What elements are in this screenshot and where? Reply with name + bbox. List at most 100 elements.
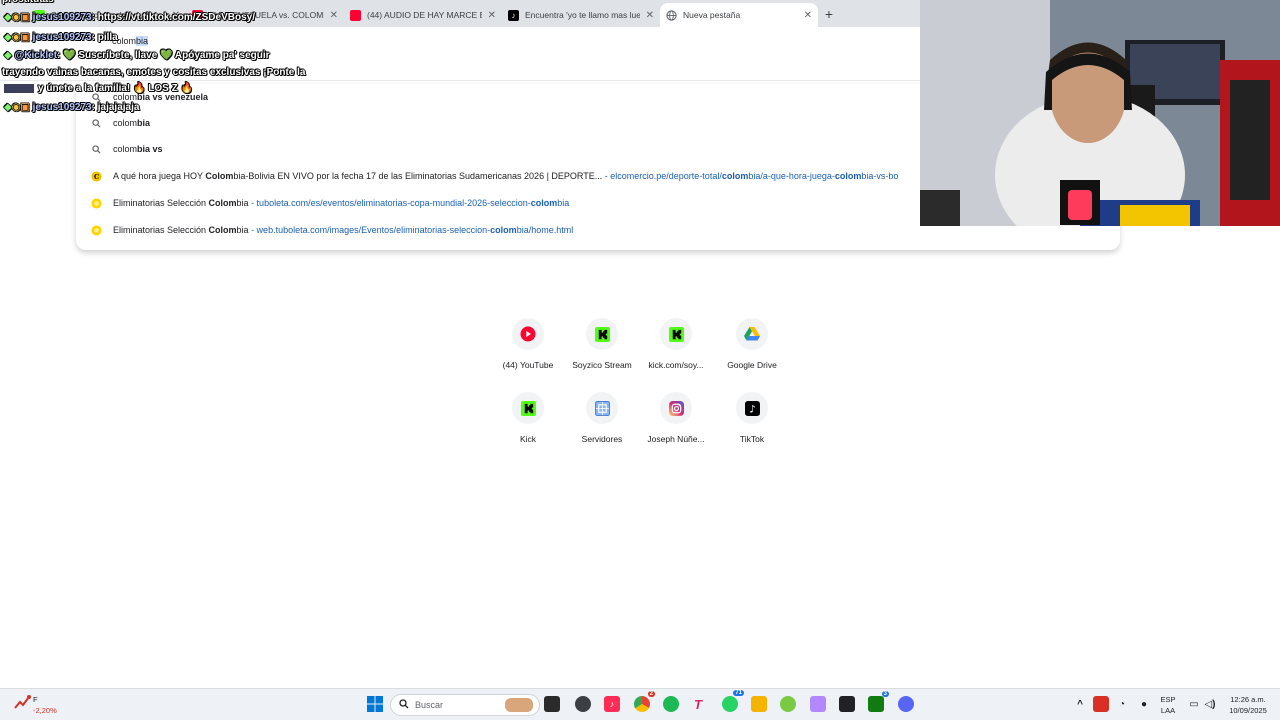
terminal-icon[interactable] <box>839 696 855 712</box>
text-part: bia-Bolivia EN VIVO por la fecha 17 de l… <box>233 171 603 181</box>
tiktok-icon: ♪ <box>508 9 519 21</box>
shortcut-tiktok[interactable]: ♪ TikTok <box>712 392 792 444</box>
suggestion-text: A qué hora juega HOY Colombia-Bolivia EN… <box>113 171 898 181</box>
tiktok-icon: ♪ <box>736 392 768 424</box>
chat-message-continued: trayendo vainas bacanas, emotes y cosita… <box>2 67 306 78</box>
search-icon <box>90 143 102 155</box>
weather-icon[interactable] <box>12 693 32 713</box>
tab-title: Nueva pestaña <box>683 10 741 20</box>
whatsapp-icon[interactable]: 71 <box>722 690 744 712</box>
emote-image <box>4 83 34 93</box>
chat-message: ◆ @Kicklet: 💚 Suscríbete, llave 💚 Apóyam… <box>4 50 270 61</box>
taskbar-search-input[interactable]: Buscar <box>390 694 540 716</box>
chrome-icon[interactable]: 2 <box>634 691 655 712</box>
youtube-icon <box>512 318 544 350</box>
network-icon[interactable]: ◔ <box>1114 696 1130 712</box>
display-icon[interactable]: ▭ <box>1186 696 1202 712</box>
url-part: colom <box>834 171 862 181</box>
chat-text: : 💚 Suscríbete, llave 💚 Apóyame pa' segu… <box>57 50 270 61</box>
url-part: colom <box>530 198 558 208</box>
search-highlight-icon <box>505 698 533 712</box>
url-part: bia <box>557 198 570 208</box>
tiktok-live-icon[interactable]: ♪ <box>604 696 620 712</box>
globe-icon <box>666 9 677 21</box>
chat-badges-icon: ◆ <box>4 102 12 113</box>
url-part: - web.tuboleta.com/images/Eventos/elimin… <box>248 225 491 235</box>
chrome-badge: 2 <box>647 691 655 697</box>
chat-text: : pilla <box>91 32 118 43</box>
tray-app-icon[interactable] <box>1093 696 1109 712</box>
shortcut-kick-soy[interactable]: kick.com/soy... <box>636 318 716 370</box>
shortcut-google-drive[interactable]: Google Drive <box>712 318 792 370</box>
text-part: A qué hora juega HOY <box>113 171 206 181</box>
shortcut-label: Soyzico Stream <box>572 360 632 370</box>
suggestion-text: Eliminatorias Selección Colombia - tubol… <box>113 198 569 208</box>
clock-date: 10/09/2025 <box>1229 706 1267 715</box>
weather-temp: F <box>33 695 38 704</box>
xbox-badge: 3 <box>881 691 889 697</box>
chat-badges-icon: ▣ <box>20 12 30 23</box>
shortcut-youtube[interactable]: (44) YouTube <box>488 318 568 370</box>
text-part: colom <box>113 144 138 154</box>
app-icon[interactable] <box>780 696 796 712</box>
chat-text: y únete a la familia! 🔥 LOS Z 🔥 <box>38 83 193 94</box>
google-drive-icon <box>736 318 768 350</box>
kick-icon <box>586 318 618 350</box>
shortcut-joseph-nunez[interactable]: Joseph Núñe... <box>636 392 716 444</box>
chevron-up-icon[interactable]: ^ <box>1072 696 1088 712</box>
tuboleta-icon <box>90 224 102 236</box>
chat-badges-icon: ▣ <box>20 102 30 113</box>
close-icon[interactable]: ✕ <box>804 10 812 21</box>
xbox-icon[interactable]: 3 <box>868 691 889 712</box>
tab-nueva-pestana[interactable]: Nueva pestaña ✕ <box>660 3 818 27</box>
spotify-icon[interactable] <box>663 696 679 712</box>
keyboard-layout: LAA <box>1160 706 1176 715</box>
microphone-icon[interactable]: ● <box>1136 696 1152 712</box>
svg-text:C: C <box>93 172 98 180</box>
text-app-icon[interactable]: T <box>690 696 706 712</box>
url-part: bia/a-que-hora-juega- <box>748 171 835 181</box>
tab-audio-marce[interactable]: (44) AUDIO DE HAY MARCE ESTÁ ✕ <box>344 3 502 27</box>
tab-encuentra[interactable]: ♪ Encuentra 'yo te llamo mas luego' ✕ <box>502 3 660 27</box>
shortcut-soyzico-stream[interactable]: Soyzico Stream <box>562 318 642 370</box>
shortcut-label: Joseph Núñe... <box>647 434 705 444</box>
shortcut-label: (44) YouTube <box>502 360 554 370</box>
windows-start-icon[interactable] <box>367 696 383 712</box>
chat-message: ◆◉▣ jesus109273: jajajajaja <box>4 102 139 113</box>
language-indicator[interactable]: ESP <box>1158 695 1178 705</box>
chat-text: : https://vt.tiktok.com/ZSDeVBosy/ <box>91 12 255 23</box>
suggestion-text: Eliminatorias Selección Colombia - web.t… <box>113 225 573 235</box>
task-view-icon[interactable] <box>544 696 560 712</box>
text-part: Eliminatorias Selección <box>113 198 209 208</box>
chat-badges-icon: ◆ <box>4 50 12 61</box>
chat-message: y únete a la familia! 🔥 LOS Z 🔥 <box>4 83 193 94</box>
folder-icon[interactable] <box>751 696 767 712</box>
url-part: bia/home.html <box>516 225 574 235</box>
obs-icon[interactable] <box>575 696 591 712</box>
chat-username: jesus109273 <box>32 102 92 113</box>
weather-change: -2,20% <box>33 706 57 715</box>
volume-icon[interactable]: ◁) <box>1202 696 1218 712</box>
close-icon[interactable]: ✕ <box>488 10 496 21</box>
text-part: bia <box>236 198 249 208</box>
url-part: colom <box>490 225 517 235</box>
webcam-image <box>920 0 1280 226</box>
stream-chat-overlay: prostitutas ◆◉▣ jesus109273: https://vt.… <box>0 0 340 120</box>
kick-icon <box>660 318 692 350</box>
game-icon[interactable] <box>810 696 826 712</box>
shortcut-servidores[interactable]: Servidores <box>562 392 642 444</box>
clock-time[interactable]: 12:26 a.m. <box>1222 695 1274 705</box>
shortcut-label: kick.com/soy... <box>648 360 704 370</box>
close-icon[interactable]: ✕ <box>646 10 654 21</box>
discord-icon[interactable] <box>898 696 914 712</box>
search-icon <box>399 699 409 711</box>
new-tab-button[interactable]: + <box>822 5 836 23</box>
chat-line-partial: prostitutas <box>2 0 54 5</box>
url-part: colom <box>721 171 749 181</box>
taskbar: F -2,20% Buscar ♪ 2 T 71 3 ^ ◔ ● ESP LAA… <box>0 688 1280 720</box>
instagram-icon <box>660 392 692 424</box>
chat-username: jesus109273 <box>32 32 92 43</box>
suggestion-url: - tuboleta.com/es/eventos/eliminatorias-… <box>249 198 570 208</box>
text-part: bia vs <box>137 144 163 154</box>
shortcut-kick[interactable]: Kick <box>488 392 568 444</box>
